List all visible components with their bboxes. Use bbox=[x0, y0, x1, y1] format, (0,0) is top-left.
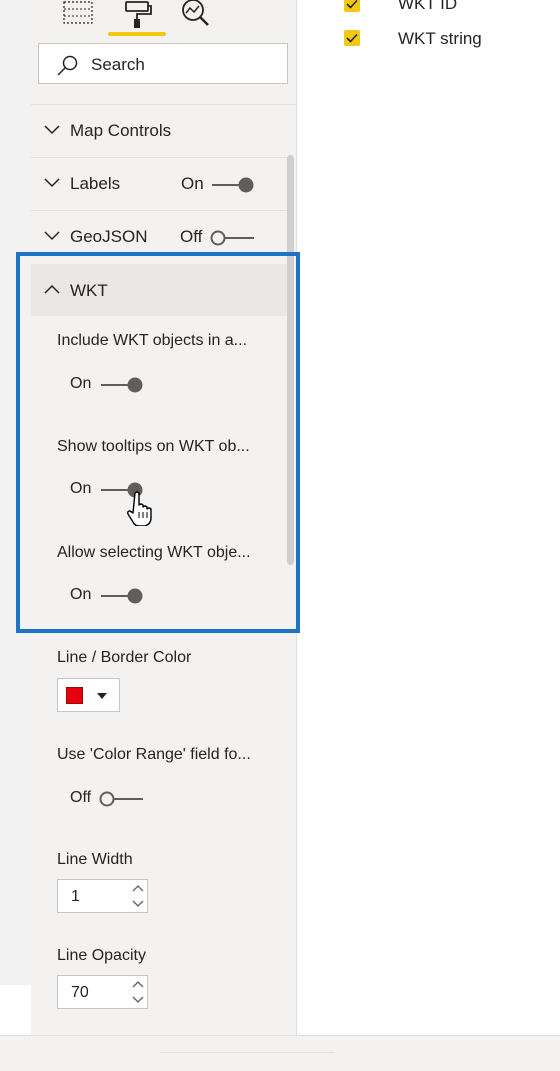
toggle-value: On bbox=[181, 174, 204, 193]
fields-pane bbox=[297, 0, 560, 1035]
search-input[interactable]: Search bbox=[38, 43, 288, 84]
line-color-picker[interactable] bbox=[57, 678, 120, 712]
caret-down-icon bbox=[97, 693, 107, 699]
wkt-highlight-box bbox=[16, 252, 300, 633]
chevron-down-icon bbox=[44, 125, 60, 135]
color-range-toggle[interactable]: Off bbox=[70, 789, 150, 809]
field-label[interactable]: WKT ID bbox=[398, 0, 457, 14]
section-label: GeoJSON bbox=[70, 227, 148, 246]
toggle-value: Off bbox=[180, 227, 203, 246]
line-opacity-input[interactable]: 70 bbox=[57, 975, 148, 1009]
line-opacity-label: Line Opacity bbox=[57, 947, 146, 964]
field-label[interactable]: WKT string bbox=[398, 29, 482, 49]
color-range-label: Use 'Color Range' field fo... bbox=[57, 746, 251, 763]
toggle-off-switch[interactable] bbox=[209, 229, 255, 247]
analytics-magnifier-icon[interactable] bbox=[178, 0, 212, 26]
color-swatch bbox=[66, 687, 83, 704]
field-checkbox[interactable] bbox=[344, 30, 360, 46]
search-placeholder: Search bbox=[91, 55, 145, 74]
line-border-color-label: Line / Border Color bbox=[57, 649, 192, 666]
section-label: Map Controls bbox=[70, 121, 172, 140]
line-width-label: Line Width bbox=[57, 851, 133, 868]
bottom-bar bbox=[0, 1035, 560, 1071]
spinner-icon[interactable] bbox=[130, 978, 146, 1006]
line-width-input[interactable]: 1 bbox=[57, 879, 148, 913]
paint-roller-icon[interactable] bbox=[120, 0, 154, 28]
checkmark-icon bbox=[346, 33, 358, 43]
section-label: Labels bbox=[70, 174, 121, 193]
bottom-bar-divider bbox=[160, 1052, 335, 1053]
field-checkbox[interactable] bbox=[344, 0, 360, 12]
search-icon bbox=[57, 55, 78, 76]
divider bbox=[31, 157, 288, 158]
toggle-value: Off bbox=[70, 789, 92, 806]
spinner-icon[interactable] bbox=[130, 882, 146, 910]
left-strip-blank bbox=[0, 985, 31, 1040]
divider bbox=[31, 104, 296, 105]
chevron-down-icon bbox=[44, 178, 60, 188]
input-value: 1 bbox=[71, 888, 80, 905]
section-map-controls[interactable]: Map Controls bbox=[31, 106, 288, 158]
toggle-on-switch[interactable] bbox=[210, 176, 256, 194]
input-value: 70 bbox=[71, 984, 89, 1001]
divider bbox=[31, 210, 288, 211]
toggle-off-switch bbox=[99, 791, 143, 807]
section-labels[interactable]: Labels On bbox=[31, 159, 288, 211]
checkmark-icon bbox=[346, 0, 358, 9]
chevron-down-icon bbox=[44, 231, 60, 241]
active-tab-indicator bbox=[108, 32, 166, 36]
fields-grid-icon[interactable] bbox=[62, 0, 96, 26]
